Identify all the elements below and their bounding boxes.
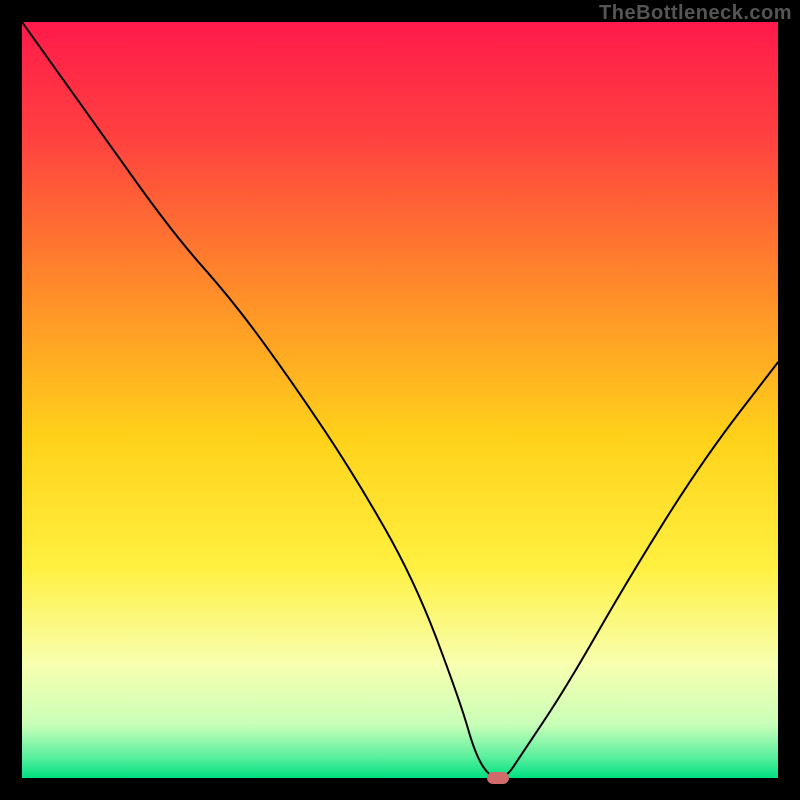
bottleneck-chart	[22, 22, 778, 778]
watermark-text: TheBottleneck.com	[599, 2, 792, 25]
gradient-background	[22, 22, 778, 778]
plot-area	[22, 22, 778, 778]
chart-frame: TheBottleneck.com	[0, 0, 800, 800]
optimal-point-marker	[487, 772, 509, 784]
